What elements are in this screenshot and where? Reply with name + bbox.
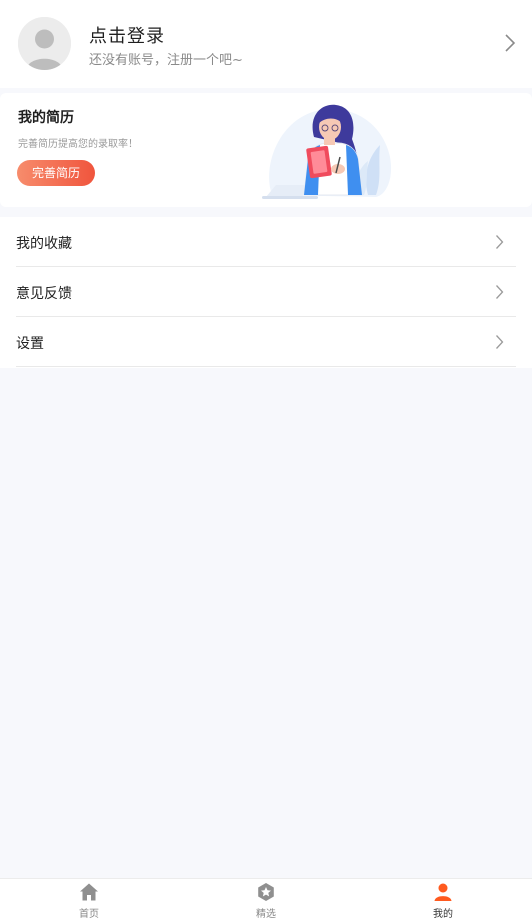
complete-resume-button[interactable]: 完善简历 — [17, 160, 95, 186]
menu-item-settings[interactable]: 设置 — [16, 317, 516, 367]
user-icon — [434, 883, 452, 901]
tab-home[interactable]: 首页 — [49, 879, 129, 923]
resume-title: 我的简历 — [18, 110, 74, 126]
resume-illustration-icon — [262, 104, 392, 199]
menu-item-favorites[interactable]: 我的收藏 — [16, 217, 516, 267]
default-avatar-icon — [18, 17, 71, 70]
login-title[interactable]: 点击登录 — [89, 22, 165, 48]
home-icon — [80, 883, 98, 901]
tab-label: 精选 — [256, 909, 276, 920]
chevron-right-icon — [496, 235, 504, 249]
menu-list: 我的收藏 意见反馈 设置 — [0, 217, 532, 368]
chevron-right-icon — [496, 285, 504, 299]
chevron-right-icon[interactable] — [504, 33, 516, 53]
login-subtitle: 还没有账号，注册一个吧~ — [89, 53, 243, 68]
chevron-right-icon — [496, 335, 504, 349]
resume-subtitle: 完善简历提高您的录取率！ — [18, 139, 138, 150]
tab-mine[interactable]: 我的 — [403, 879, 483, 923]
avatar[interactable] — [18, 17, 71, 70]
resume-card: 我的简历 完善简历提高您的录取率！ 完善简历 — [0, 93, 532, 207]
login-card[interactable]: 点击登录 还没有账号，注册一个吧~ — [0, 0, 532, 88]
tab-featured[interactable]: 精选 — [226, 879, 306, 923]
menu-item-label: 设置 — [16, 336, 44, 352]
menu-item-feedback[interactable]: 意见反馈 — [16, 267, 516, 317]
tab-label: 首页 — [79, 909, 99, 920]
tab-label: 我的 — [433, 909, 453, 920]
menu-item-label: 我的收藏 — [16, 236, 72, 252]
menu-item-label: 意见反馈 — [16, 286, 72, 302]
featured-star-icon — [258, 883, 274, 901]
bottom-tab-bar: 首页 精选 我的 — [0, 878, 532, 923]
